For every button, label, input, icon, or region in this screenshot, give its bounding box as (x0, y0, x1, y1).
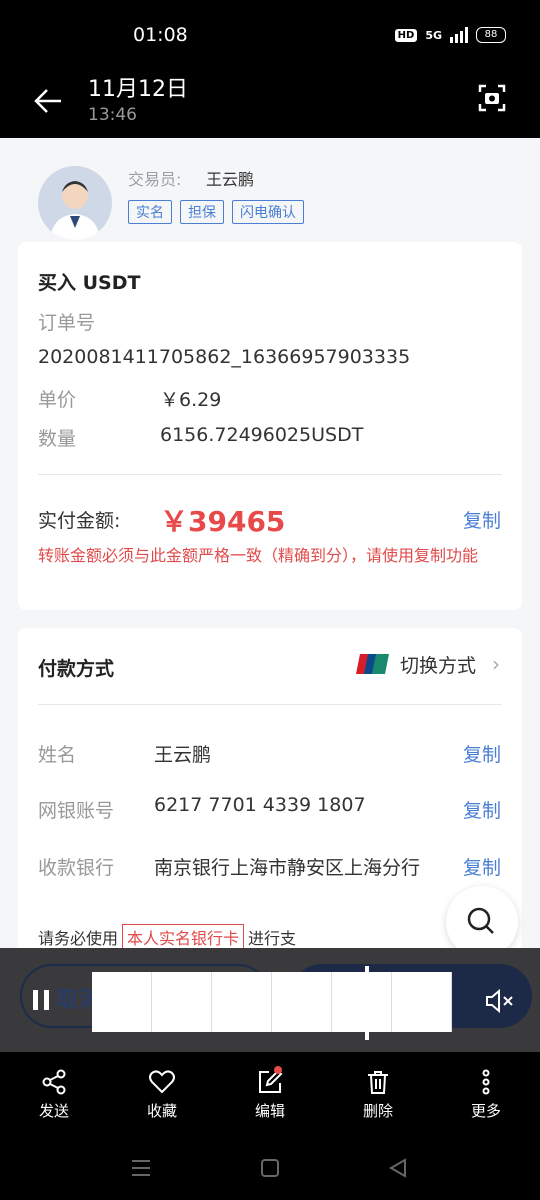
back-icon[interactable] (388, 1158, 408, 1178)
video-thumbnail (212, 972, 272, 1032)
favorite-button[interactable]: 收藏 (108, 1052, 216, 1140)
video-thumbnail (92, 972, 152, 1032)
notice-suffix: 进行支 (248, 929, 297, 948)
hd-icon: HD (394, 28, 418, 42)
bottom-action-bar: 发送 收藏 编辑 删除 更多 (0, 1052, 540, 1140)
bank-name: 南京银行上海市静安区上海分行 (154, 857, 421, 879)
delete-label: 删除 (362, 1102, 393, 1120)
video-thumbnail-strip[interactable] (92, 972, 452, 1032)
copy-bank-button[interactable]: 复制 (463, 853, 501, 880)
paid-amount: ￥39465 (160, 505, 286, 538)
account-label: 网银账号 (38, 800, 115, 822)
top-bar: 11月12日 13:46 (0, 68, 540, 138)
notice-highlight: 本人实名银行卡 (122, 924, 245, 948)
send-button[interactable]: 发送 (0, 1052, 108, 1140)
notice-prefix: 请务必使用 (38, 929, 119, 948)
system-nav-bar (0, 1140, 540, 1200)
signal-icon: 5G (425, 28, 442, 42)
divider (38, 704, 502, 705)
search-icon (467, 907, 494, 934)
video-thumbnail (272, 972, 332, 1032)
tag-flash-confirm: 闪电确认 (232, 200, 304, 224)
share-icon (42, 1069, 66, 1095)
video-player-bar: 取消 (0, 948, 540, 1052)
tag-guarantee: 担保 (180, 200, 224, 224)
order-title: 买入 USDT (38, 272, 141, 294)
payee-name: 王云鹏 (154, 744, 212, 766)
amount-warning: 转账金额必须与此金额严格一致（精确到分），请使用复制功能 (38, 546, 479, 565)
mute-icon[interactable] (485, 988, 515, 1014)
payment-notice: 请务必使用 本人实名银行卡 进行支 (38, 924, 296, 948)
video-thumbnail (332, 972, 392, 1032)
edit-badge (274, 1066, 282, 1074)
status-time: 01:08 (133, 24, 188, 46)
qty-value: 6156.72496025USDT (160, 424, 364, 446)
more-button[interactable]: 更多 (432, 1052, 540, 1140)
trader-tags: 实名 担保 闪电确认 (128, 200, 304, 224)
avatar (38, 166, 112, 240)
divider (38, 474, 502, 475)
order-no-label: 订单号 (38, 312, 96, 334)
status-icons: HD 5G 88 (394, 27, 506, 43)
back-arrow-icon[interactable] (33, 88, 63, 114)
main-content: 交易员: 王云鹏 实名 担保 闪电确认 买入 USDT 订单号 20200814… (0, 138, 540, 948)
payment-title: 付款方式 (38, 658, 115, 680)
paid-label: 实付金额: (38, 510, 121, 532)
trader-label: 交易员: (128, 170, 182, 189)
switch-method-button[interactable]: 切换方式 (400, 651, 476, 678)
order-card: 买入 USDT 订单号 2020081411705862_16366957903… (18, 242, 522, 610)
trash-icon (368, 1071, 388, 1094)
home-icon[interactable] (260, 1158, 280, 1178)
send-label: 发送 (38, 1102, 69, 1120)
more-label: 更多 (470, 1102, 501, 1120)
menu-icon[interactable] (131, 1158, 151, 1178)
edit-button[interactable]: 编辑 (216, 1052, 324, 1140)
favorite-label: 收藏 (146, 1102, 177, 1120)
header-date: 11月12日 (88, 77, 188, 102)
heart-icon (149, 1070, 175, 1094)
video-thumbnail (392, 972, 452, 1032)
trader-name: 王云鹏 (206, 170, 255, 189)
pause-icon[interactable] (30, 988, 54, 1012)
price-value: ￥6.29 (160, 389, 222, 411)
qty-label: 数量 (38, 428, 77, 450)
signal-bars-icon (450, 27, 468, 43)
bank-label: 收款银行 (38, 857, 115, 879)
copy-account-button[interactable]: 复制 (463, 796, 501, 823)
price-label: 单价 (38, 389, 77, 411)
copy-name-button[interactable]: 复制 (463, 740, 501, 767)
screenshot-icon[interactable] (478, 84, 506, 112)
unionpay-icon (356, 654, 389, 674)
video-thumbnail (152, 972, 212, 1032)
scrubber-handle[interactable] (365, 966, 369, 1040)
edit-label: 编辑 (254, 1102, 285, 1120)
tag-verified: 实名 (128, 200, 172, 224)
header-time: 13:46 (88, 105, 137, 125)
more-icon (482, 1069, 490, 1095)
account-number: 6217 7701 4339 1807 (154, 794, 366, 816)
order-no: 2020081411705862_16366957903335 (38, 346, 411, 368)
delete-button[interactable]: 删除 (324, 1052, 432, 1140)
status-bar: 01:08 HD 5G 88 (0, 0, 540, 68)
search-button[interactable] (446, 886, 518, 948)
copy-amount-button[interactable]: 复制 (463, 506, 501, 533)
battery-icon: 88 (476, 27, 506, 43)
chevron-right-icon: › (492, 652, 500, 676)
name-label: 姓名 (38, 744, 77, 766)
